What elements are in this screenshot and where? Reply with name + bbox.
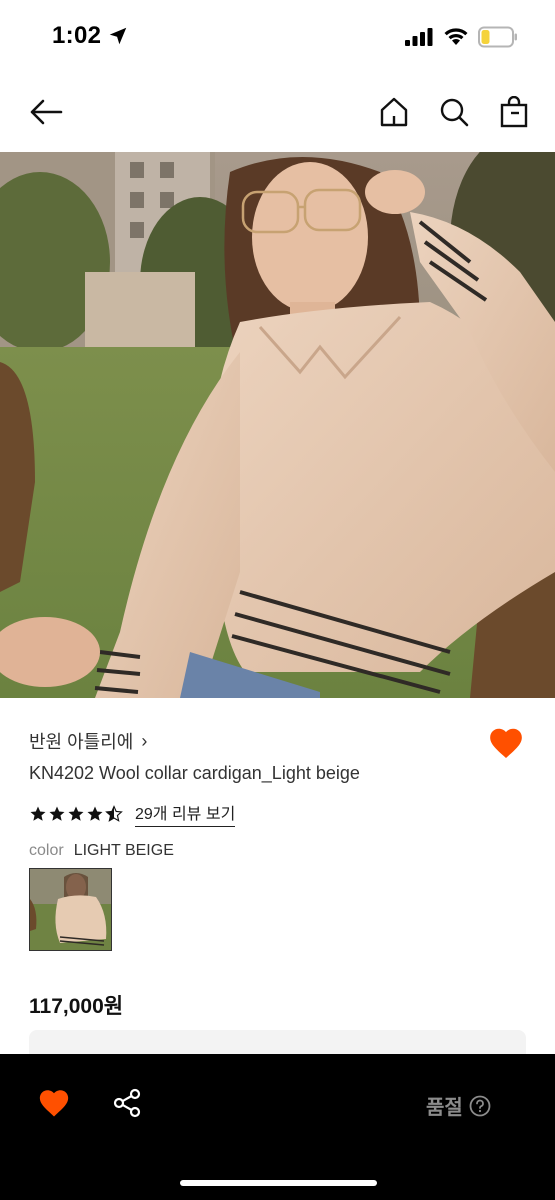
- heart-icon[interactable]: [37, 1086, 71, 1120]
- status-bar: 1:02: [0, 0, 555, 72]
- color-label: color: [29, 842, 64, 859]
- color-value: LIGHT BEIGE: [73, 842, 174, 859]
- home-button[interactable]: [374, 92, 414, 132]
- star-icon: [49, 806, 65, 821]
- home-indicator: [180, 1180, 377, 1186]
- brand-name: 반원 아틀리에: [29, 732, 134, 752]
- back-arrow-icon: [30, 99, 63, 125]
- cellular-signal-icon: [405, 28, 433, 46]
- home-icon: [380, 97, 408, 127]
- product-photo[interactable]: [0, 152, 555, 698]
- nav-bar: [0, 72, 555, 152]
- back-button[interactable]: [26, 92, 66, 132]
- price: 117,000원: [29, 995, 124, 1018]
- star-icon: [87, 806, 103, 821]
- location-arrow-icon: [109, 27, 127, 45]
- product-photo-illustration: [0, 152, 555, 698]
- chevron-right-icon: ›: [141, 730, 148, 751]
- search-button[interactable]: [434, 92, 474, 132]
- cart-button[interactable]: [494, 92, 534, 132]
- color-option-thumbnail[interactable]: [29, 868, 112, 951]
- star-rating: [29, 804, 123, 823]
- help-circle-icon[interactable]: [469, 1095, 491, 1117]
- color-row: color LIGHT BEIGE: [29, 842, 174, 860]
- review-link[interactable]: 29개 리뷰 보기: [135, 800, 236, 827]
- share-icon[interactable]: [112, 1088, 142, 1118]
- product-name: KN4202 Wool collar cardigan_Light beige: [29, 763, 360, 783]
- wifi-icon: [444, 28, 468, 45]
- soldout-status: 품절: [426, 1091, 491, 1120]
- rating-row: 29개 리뷰 보기: [29, 800, 236, 827]
- brand-link[interactable]: 반원 아틀리에 ›: [29, 728, 147, 754]
- heart-icon[interactable]: [487, 724, 525, 762]
- shopping-bag-icon: [500, 96, 528, 128]
- half-star-icon: [105, 804, 123, 822]
- thumbnail-image: [30, 869, 111, 950]
- star-icon: [68, 806, 84, 821]
- bottom-action-bar: 품절: [0, 1054, 555, 1200]
- battery-icon: [478, 26, 517, 48]
- soldout-label: 품절: [426, 1097, 463, 1119]
- star-icon: [30, 806, 46, 821]
- status-time: 1:02: [52, 22, 102, 49]
- search-icon: [440, 98, 469, 127]
